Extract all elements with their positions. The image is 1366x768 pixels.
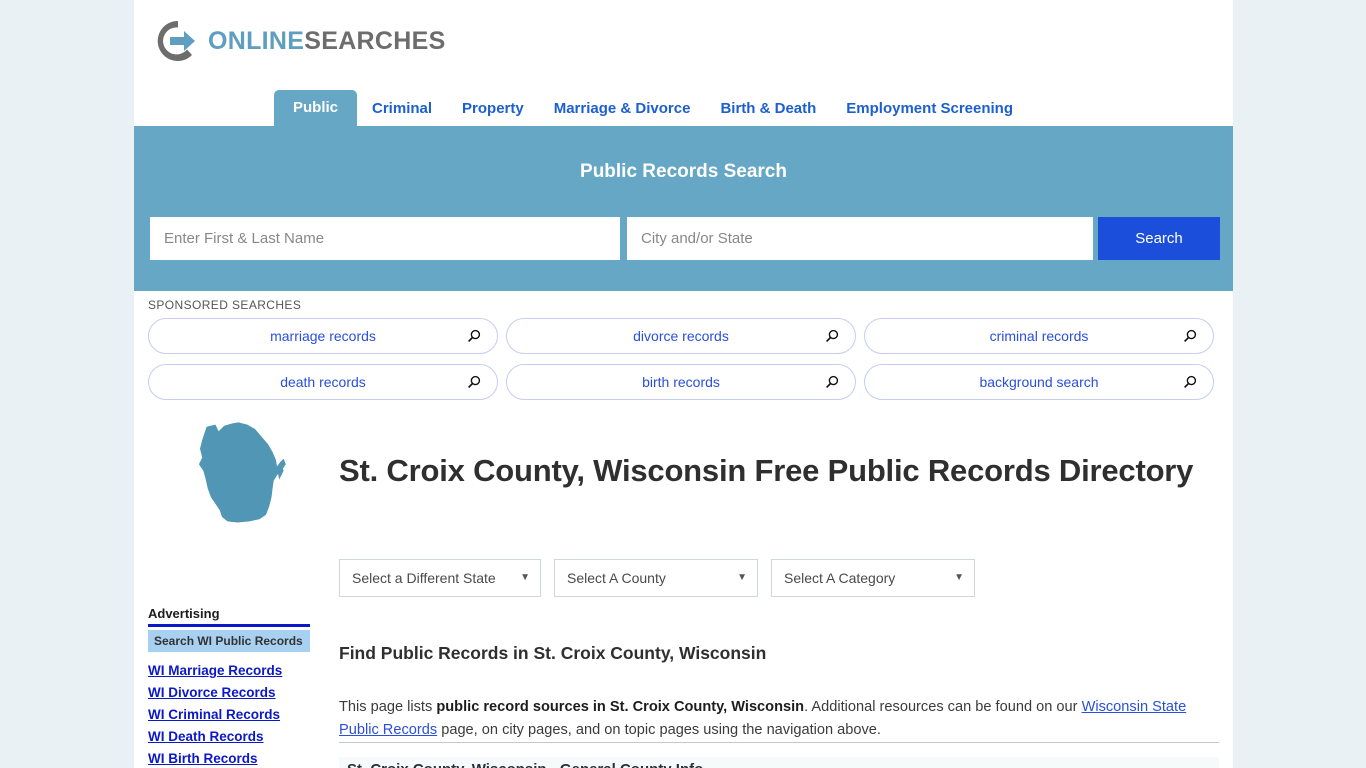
county-select-label: Select A County bbox=[567, 570, 666, 586]
intro-text-2: . Additional resources can be found on o… bbox=[804, 698, 1082, 715]
tab-criminal[interactable]: Criminal bbox=[357, 92, 447, 126]
search-form: Search bbox=[150, 217, 1220, 260]
name-search-input[interactable] bbox=[150, 217, 620, 260]
sponsored-pill-background-search[interactable]: background search bbox=[864, 364, 1214, 400]
sponsored-pill-birth-records[interactable]: birth records bbox=[506, 364, 856, 400]
search-panel-title: Public Records Search bbox=[580, 161, 787, 182]
content-container: ONLINESEARCHES Public Criminal Property … bbox=[134, 0, 1233, 768]
logo-word-searches: SEARCHES bbox=[304, 26, 446, 55]
search-icon bbox=[1183, 329, 1197, 343]
section-divider bbox=[339, 742, 1219, 743]
chevron-down-icon: ▼ bbox=[520, 572, 530, 583]
search-submit-button[interactable]: Search bbox=[1098, 217, 1220, 260]
tab-marriage-divorce[interactable]: Marriage & Divorce bbox=[539, 92, 706, 126]
sidebar-link-wi-criminal-records[interactable]: WI Criminal Records bbox=[148, 707, 310, 722]
tab-birth-death[interactable]: Birth & Death bbox=[705, 92, 831, 126]
category-select[interactable]: Select A Category ▼ bbox=[771, 559, 975, 597]
wisconsin-state-outline-icon bbox=[189, 418, 299, 528]
public-records-search-panel: Public Records Search Search bbox=[134, 128, 1233, 291]
pill-label: criminal records bbox=[989, 328, 1089, 344]
site-logo[interactable]: ONLINESEARCHES bbox=[154, 16, 446, 66]
page-title: St. Croix County, Wisconsin Free Public … bbox=[339, 452, 1194, 488]
intro-text-3: page, on city pages, and on topic pages … bbox=[437, 722, 881, 739]
search-wi-public-records-banner[interactable]: Search WI Public Records bbox=[148, 630, 310, 652]
arrow-circle-icon bbox=[154, 17, 202, 65]
pill-label: birth records bbox=[642, 374, 720, 390]
pill-label: divorce records bbox=[633, 328, 729, 344]
chevron-down-icon: ▼ bbox=[737, 572, 747, 583]
intro-text-1: This page lists bbox=[339, 698, 437, 715]
sponsored-pill-divorce-records[interactable]: divorce records bbox=[506, 318, 856, 354]
search-icon bbox=[1183, 375, 1197, 389]
intro-paragraph: This page lists public record sources in… bbox=[339, 696, 1219, 743]
search-icon bbox=[825, 375, 839, 389]
find-records-heading: Find Public Records in St. Croix County,… bbox=[339, 642, 767, 663]
logo-word-online: ONLINE bbox=[208, 26, 305, 55]
search-icon bbox=[467, 375, 481, 389]
sidebar-link-wi-death-records[interactable]: WI Death Records bbox=[148, 729, 310, 744]
search-icon bbox=[825, 329, 839, 343]
state-select[interactable]: Select a Different State ▼ bbox=[339, 559, 541, 597]
filter-dropdowns: Select a Different State ▼ Select A Coun… bbox=[339, 559, 975, 597]
sponsored-searches-label: SPONSORED SEARCHES bbox=[148, 298, 302, 312]
state-select-label: Select a Different State bbox=[352, 570, 496, 586]
intro-text-bold: public record sources in St. Croix Count… bbox=[436, 698, 805, 715]
pill-label: background search bbox=[979, 374, 1099, 390]
advertising-sidebar: Advertising Search WI Public Records WI … bbox=[148, 606, 310, 768]
search-icon bbox=[467, 329, 481, 343]
sidebar-link-wi-marriage-records[interactable]: WI Marriage Records bbox=[148, 663, 310, 678]
pill-label: marriage records bbox=[270, 328, 376, 344]
primary-navigation: Public Criminal Property Marriage & Divo… bbox=[134, 88, 1233, 128]
sponsored-pill-death-records[interactable]: death records bbox=[148, 364, 498, 400]
logo-wordmark: ONLINESEARCHES bbox=[208, 27, 446, 56]
page-root: ONLINESEARCHES Public Criminal Property … bbox=[0, 0, 1366, 768]
sponsored-pill-marriage-records[interactable]: marriage records bbox=[148, 318, 498, 354]
chevron-down-icon: ▼ bbox=[954, 572, 964, 583]
sidebar-link-wi-divorce-records[interactable]: WI Divorce Records bbox=[148, 685, 310, 700]
advertising-heading: Advertising bbox=[148, 606, 310, 627]
tab-property[interactable]: Property bbox=[447, 92, 539, 126]
location-search-input[interactable] bbox=[627, 217, 1093, 260]
sponsored-pill-criminal-records[interactable]: criminal records bbox=[864, 318, 1214, 354]
advertising-link-list: WI Marriage Records WI Divorce Records W… bbox=[148, 663, 310, 766]
general-county-info-heading: St. Croix County, Wisconsin - General Co… bbox=[339, 757, 1219, 768]
pill-label: death records bbox=[280, 374, 366, 390]
sponsored-searches-list: marriage records divorce records crimina… bbox=[148, 318, 1214, 400]
county-select[interactable]: Select A County ▼ bbox=[554, 559, 758, 597]
sidebar-link-wi-birth-records[interactable]: WI Birth Records bbox=[148, 751, 310, 766]
tab-public[interactable]: Public bbox=[274, 90, 358, 126]
category-select-label: Select A Category bbox=[784, 570, 896, 586]
tab-employment-screening[interactable]: Employment Screening bbox=[831, 92, 1028, 126]
